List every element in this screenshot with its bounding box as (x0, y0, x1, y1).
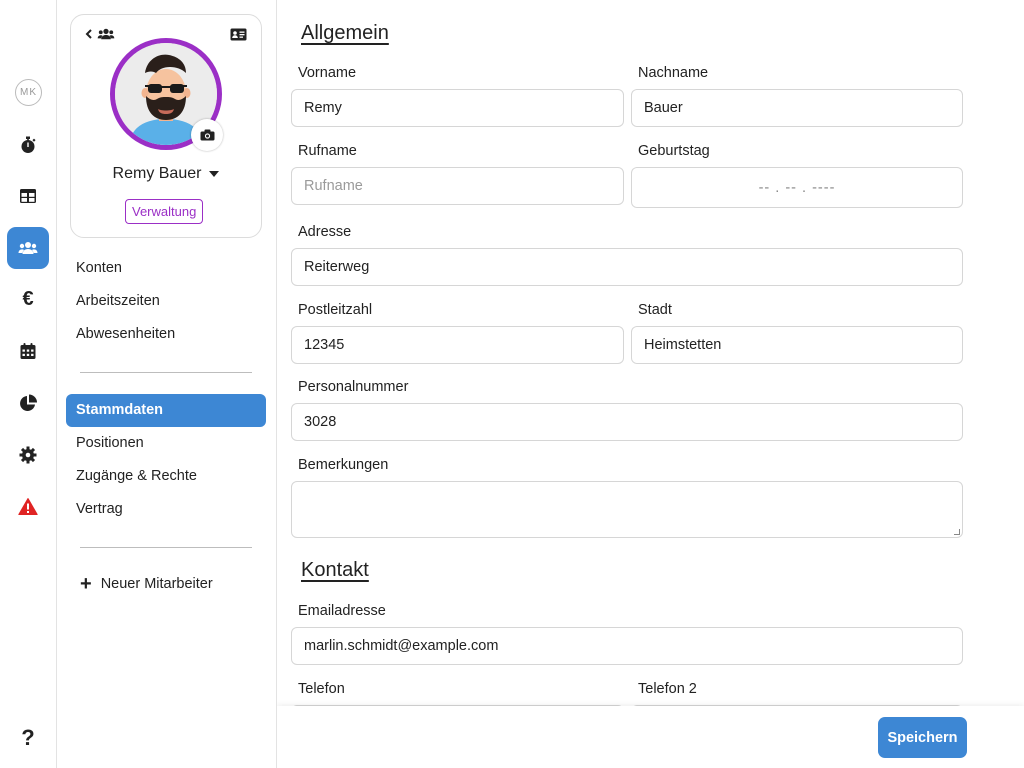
phone-label: Telefon (298, 681, 345, 697)
nav-item-abwesenheiten[interactable]: Abwesenheiten (66, 318, 266, 351)
master-data-form: Allgemein Vorname Nachname Remy Bauer Ru… (277, 0, 1024, 768)
section-title-general: Allgemein (301, 22, 389, 44)
email-label: Emailadresse (298, 603, 386, 619)
first-name-label: Vorname (298, 65, 357, 81)
stopwatch-icon (21, 136, 36, 153)
rail-payroll[interactable]: € (7, 278, 49, 320)
city-input[interactable]: Heimstetten (631, 326, 963, 364)
new-employee-button[interactable]: + Neuer Mitarbeiter (80, 574, 213, 594)
staff-number-input[interactable]: 3028 (291, 403, 963, 441)
address-label: Adresse (298, 224, 352, 240)
nav-item-konten[interactable]: Konten (66, 252, 266, 285)
save-button[interactable]: Speichern (878, 717, 967, 758)
back-to-employees-button[interactable] (85, 27, 115, 41)
users-icon (18, 242, 38, 254)
nav-group-time: Konten Arbeitszeiten Abwesenheiten (66, 252, 266, 351)
nav-divider (80, 547, 252, 548)
rail-help[interactable]: ? (7, 717, 49, 759)
first-name-input[interactable]: Remy (291, 89, 624, 127)
role-badge: Verwaltung (125, 199, 204, 224)
resize-handle[interactable] (954, 529, 960, 535)
change-photo-button[interactable] (191, 119, 223, 151)
new-employee-label: Neuer Mitarbeiter (100, 576, 213, 592)
user-initials-avatar[interactable]: MK (15, 79, 42, 106)
staff-number-label: Personalnummer (298, 379, 409, 395)
warning-icon (18, 498, 38, 515)
table-icon (20, 189, 36, 203)
remarks-label: Bemerkungen (298, 457, 389, 473)
euro-icon: € (22, 287, 34, 310)
rail-time-tracking[interactable] (7, 124, 49, 166)
profile-name: Remy Bauer (112, 165, 202, 182)
nickname-label: Rufname (298, 143, 357, 159)
nickname-input[interactable]: Rufname (291, 167, 624, 205)
id-card-icon[interactable] (230, 28, 247, 46)
rail-calendar[interactable] (7, 330, 49, 372)
nav-divider (80, 372, 252, 373)
gear-icon (19, 446, 37, 464)
caret-down-icon (209, 170, 220, 177)
last-name-input[interactable]: Bauer (631, 89, 963, 127)
camera-icon (200, 129, 214, 141)
employee-sidebar: Remy Bauer Verwaltung Konten Arbeitszeit… (57, 0, 277, 768)
pie-chart-icon (20, 394, 37, 411)
nav-item-positionen[interactable]: Positionen (66, 427, 266, 460)
help-icon: ? (21, 725, 35, 750)
birthday-label: Geburtstag (638, 143, 710, 159)
nav-item-arbeitszeiten[interactable]: Arbeitszeiten (66, 285, 266, 318)
remarks-textarea[interactable] (291, 481, 963, 538)
rail-warnings[interactable] (7, 486, 49, 528)
form-footer: Speichern (277, 706, 1024, 768)
icon-rail: MK € ? (0, 0, 57, 768)
rail-schedule-table[interactable] (7, 175, 49, 217)
nav-item-vertrag[interactable]: Vertrag (66, 493, 266, 526)
rail-statistics[interactable] (7, 382, 49, 424)
address-input[interactable]: Reiterweg (291, 248, 963, 286)
calendar-icon (20, 343, 36, 359)
section-title-contact: Kontakt (301, 559, 369, 581)
city-label: Stadt (638, 302, 672, 318)
last-name-label: Nachname (638, 65, 709, 81)
birthday-date-input[interactable]: -- . -- . ---- (631, 167, 963, 208)
phone2-label: Telefon 2 (638, 681, 697, 697)
profile-card: Remy Bauer Verwaltung (70, 14, 262, 238)
nav-item-zugaenge-rechte[interactable]: Zugänge & Rechte (66, 460, 266, 493)
chevron-left-icon (85, 29, 92, 39)
nav-group-master-data: Stammdaten Positionen Zugänge & Rechte V… (66, 394, 266, 526)
nav-item-stammdaten[interactable]: Stammdaten (66, 394, 266, 427)
plus-icon: + (80, 573, 92, 595)
profile-name-dropdown[interactable]: Remy Bauer (71, 165, 261, 183)
rail-settings[interactable] (7, 434, 49, 476)
zip-input[interactable]: 12345 (291, 326, 624, 364)
rail-employees[interactable] (7, 227, 49, 269)
zip-label: Postleitzahl (298, 302, 373, 318)
email-input[interactable]: marlin.schmidt@example.com (291, 627, 963, 665)
users-icon (97, 28, 115, 40)
